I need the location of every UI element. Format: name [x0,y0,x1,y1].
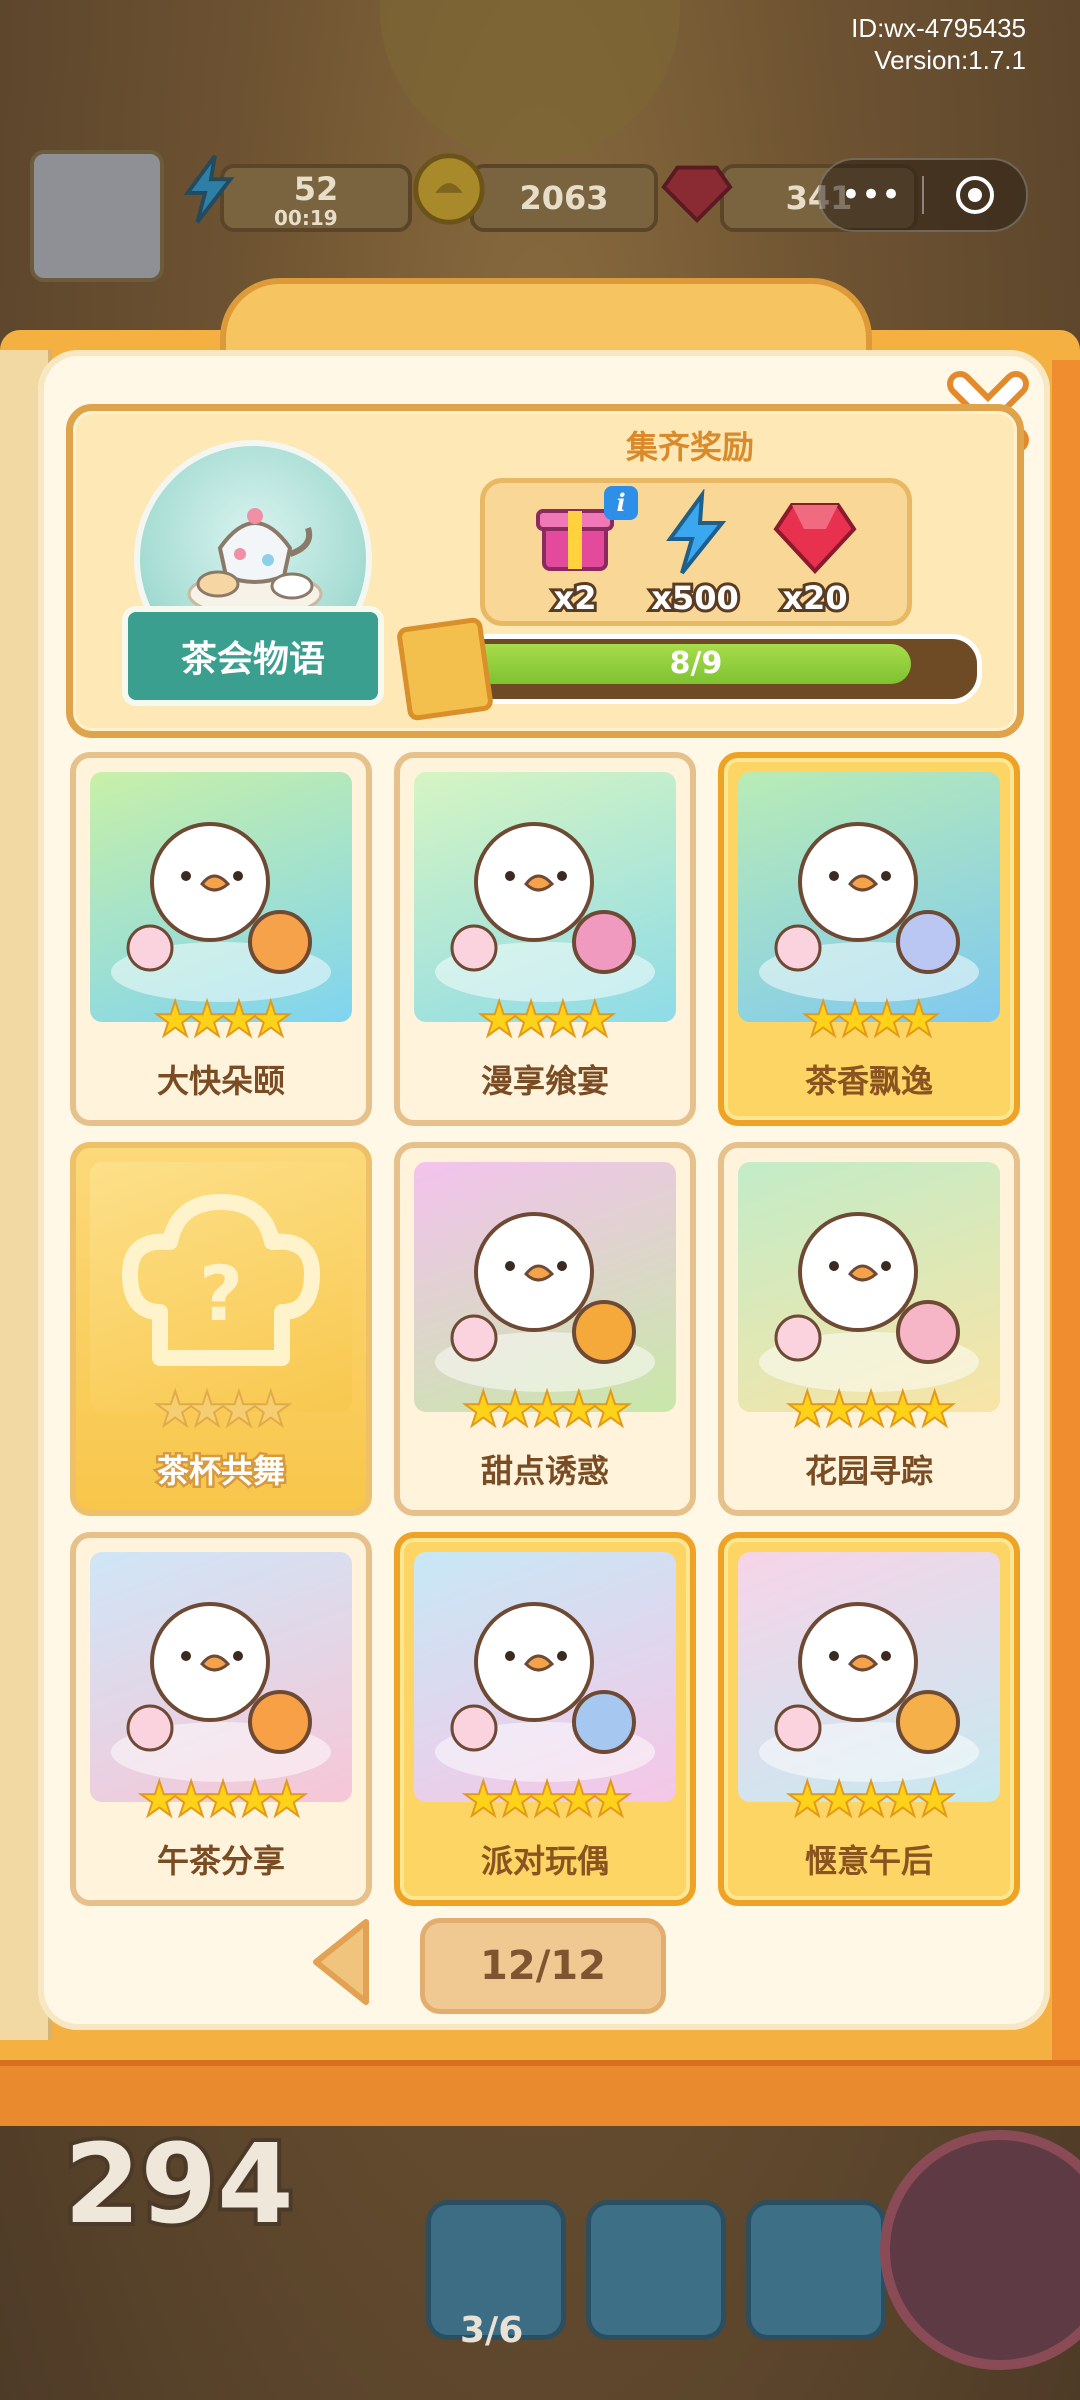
book-bottom-edge [0,2060,1080,2126]
energy-bolt-icon [183,154,235,224]
version-text: Version:1.7.1 [874,45,1026,75]
sticker-card[interactable]: ★★★★★ 花园寻踪 [718,1142,1020,1516]
coin-icon [413,153,485,225]
avatar[interactable] [30,150,164,282]
card-name: 惬意午后 [804,1842,933,1880]
star-rating: ★★★★ [155,1386,290,1434]
bottom-recipe-button[interactable] [586,2200,726,2340]
star-rating: ★★★★★ [787,1776,954,1824]
teapot-icon [187,508,323,618]
duck-character-icon [759,1602,979,1782]
card-illustration [414,772,676,1022]
album-name: 茶会物语 [180,639,325,680]
sticker-card[interactable]: ? ★★★★ 茶杯共舞 [70,1142,372,1516]
sticker-card[interactable]: ★★★★★ 惬意午后 [718,1532,1020,1906]
more-menu-button[interactable]: ••• [820,160,922,230]
reward-gems-qty: x20 [779,576,850,620]
card-illustration [90,772,352,1022]
exit-mini-program-button[interactable] [924,176,1026,214]
bottom-pet-button[interactable] [746,2200,886,2340]
sticker-card[interactable]: ★★★★ 漫享飨宴 [394,752,696,1126]
star-rating: ★★★★★ [139,1776,306,1824]
card-name: 花园寻踪 [804,1452,933,1490]
card-name: 漫享飨宴 [480,1062,609,1100]
build-info: ID:wx-4795435 Version:1.7.1 [851,12,1026,76]
card-illustration [414,1162,676,1412]
card-name: 午茶分享 [156,1842,285,1880]
ruby-gem-icon [773,503,857,574]
duck-character-icon [435,1602,655,1782]
sticker-card[interactable]: ★★★★★ 派对玩偶 [394,1532,696,1906]
star-rating: ★★★★ [479,996,614,1044]
star-rating: ★★★★ [803,996,938,1044]
duck-character-icon [111,1602,331,1782]
sticker-card[interactable]: ★★★★★ 午茶分享 [70,1532,372,1906]
card-name: 茶香飘逸 [804,1062,933,1100]
duck-character-icon [759,822,979,1002]
reward-box: x2 x500 x20 [480,478,912,626]
card-name: 派对玩偶 [480,1842,609,1880]
card-illustration [738,1552,1000,1802]
star-rating: ★★★★ [155,996,290,1044]
question-chef-hat-icon: ? [122,1194,320,1366]
ruby-gem-icon [661,165,733,223]
card-name: 甜点诱惑 [480,1452,609,1490]
target-icon [956,176,994,214]
card-illustration [414,1552,676,1802]
bottom-progress-text: 3/6 [460,2310,524,2351]
card-illustration [738,772,1000,1022]
chevron-left-icon [313,1919,369,2005]
book-spine-right [1052,360,1080,2060]
star-rating: ★★★★★ [463,1776,630,1824]
energy-bolt-icon [666,489,727,575]
reward-info-icon[interactable]: i [604,486,638,520]
album-name-ribbon: 茶会物语 [122,606,384,706]
sticker-card[interactable]: ★★★★ 茶香飘逸 [718,752,1020,1126]
star-rating: ★★★★★ [463,1386,630,1434]
sticker-card[interactable]: ★★★★★ 甜点诱惑 [394,1142,696,1516]
background-level-number: 294 [60,2116,298,2252]
duck-character-icon [759,1212,979,1392]
card-name: 大快朵颐 [156,1062,285,1100]
card-name: 茶杯共舞 [154,1450,287,1493]
sticker-card[interactable]: ★★★★ 大快朵颐 [70,752,372,1126]
progress-text: 8/9 [669,646,723,681]
collection-progress-bar: 8/9 [410,634,982,704]
user-id-text: ID:wx-4795435 [851,13,1026,43]
reward-title: 集齐奖励 [625,428,754,466]
duck-character-icon [435,1212,655,1392]
svg-text:?: ? [199,1249,243,1338]
card-icon [395,616,495,722]
coin-counter[interactable]: 2063 [470,164,658,232]
reward-item-gems[interactable]: x20 [755,483,875,621]
reward-energy-qty: x500 [648,576,741,620]
reward-gift-qty: x2 [551,576,600,620]
locked-card-image: ? [90,1162,352,1412]
card-illustration [738,1162,1000,1412]
duck-character-icon [435,822,655,1002]
reward-item-energy[interactable]: x500 [635,483,755,621]
card-illustration [90,1552,352,1802]
prev-page-button[interactable] [306,1916,374,2008]
energy-timer: 00:19 [274,206,338,230]
page-indicator: 12/12 [420,1918,666,2014]
duck-character-icon [111,822,331,1002]
energy-value: 52 [293,170,339,208]
star-rating: ★★★★★ [787,1386,954,1434]
coin-value: 2063 [519,179,609,217]
mini-program-capsule: ••• [818,158,1028,232]
